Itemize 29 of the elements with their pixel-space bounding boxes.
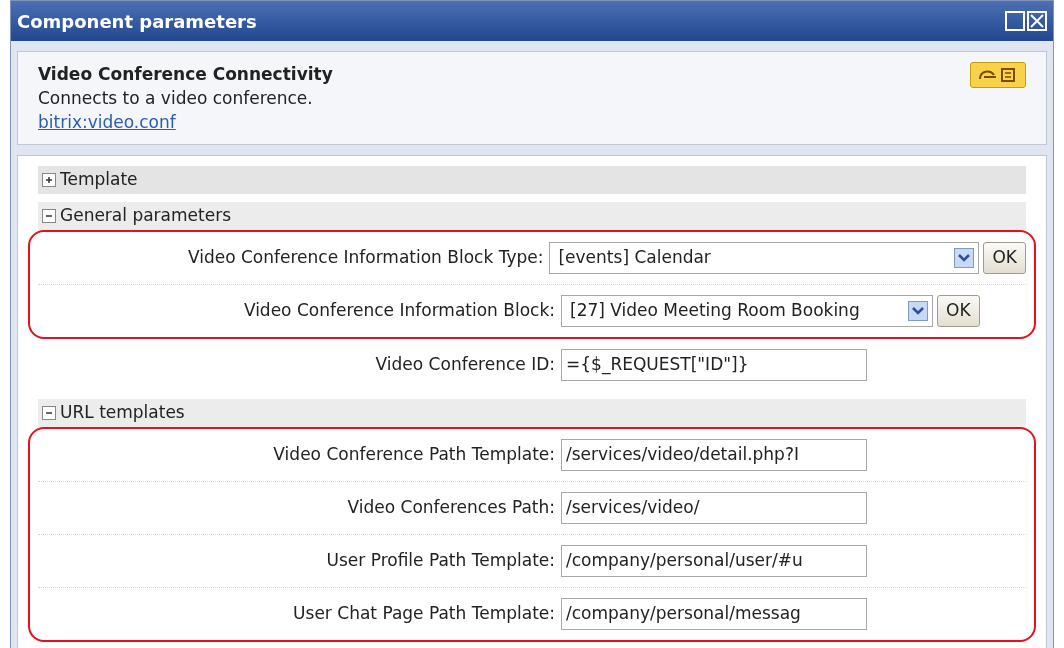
input-field[interactable]: /company/personal/messag bbox=[561, 598, 867, 630]
close-icon[interactable] bbox=[1027, 11, 1047, 31]
window-title: Component parameters bbox=[17, 9, 257, 34]
field-label: Video Conference ID: bbox=[374, 353, 555, 377]
expand-icon bbox=[42, 173, 56, 187]
field-label: Video Conference Information Block Type: bbox=[186, 246, 544, 270]
maximize-icon[interactable] bbox=[1005, 11, 1025, 31]
component-name: Video Conference Connectivity bbox=[38, 63, 333, 86]
collapse-icon bbox=[42, 406, 56, 420]
field-label: User Profile Path Template: bbox=[325, 549, 555, 573]
field-label: Video Conference Information Block: bbox=[242, 299, 555, 323]
component-description: Connects to a video conference. bbox=[38, 87, 314, 110]
component-link[interactable]: bitrix:video.conf bbox=[38, 110, 176, 134]
section-header[interactable]: General parameters bbox=[38, 202, 1026, 230]
input-field[interactable]: /company/personal/user/#u bbox=[561, 545, 867, 577]
input-field[interactable]: /services/video/detail.php?I bbox=[561, 439, 867, 471]
dropdown[interactable]: [27] Video Meeting Room Booking bbox=[561, 295, 933, 327]
ok-button[interactable]: OK bbox=[983, 242, 1026, 274]
ok-button[interactable]: OK bbox=[937, 295, 980, 327]
section-header[interactable]: URL templates bbox=[38, 399, 1026, 427]
dropdown[interactable]: [events] Calendar bbox=[549, 242, 980, 274]
collapse-icon bbox=[42, 209, 56, 223]
field-label: Video Conference Path Template: bbox=[272, 443, 555, 467]
field-label: Video Conferences Path: bbox=[346, 496, 555, 520]
input-field[interactable]: ={$_REQUEST["ID"]} bbox=[561, 349, 867, 381]
section-header[interactable]: Template bbox=[38, 166, 1026, 194]
edit-template-icon[interactable] bbox=[970, 62, 1026, 88]
input-field[interactable]: /services/video/ bbox=[561, 492, 867, 524]
field-label: User Chat Page Path Template: bbox=[292, 602, 555, 626]
